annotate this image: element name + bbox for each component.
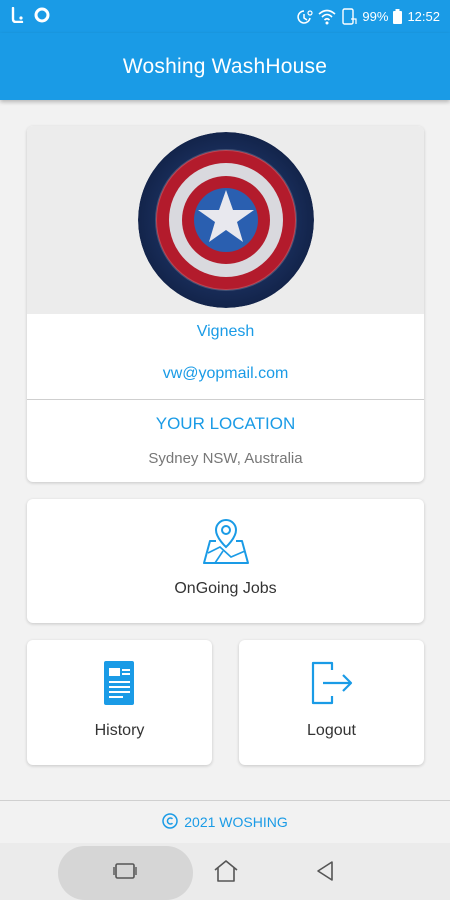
avatar[interactable] — [137, 132, 314, 308]
history-label: History — [94, 722, 145, 739]
battery-text: 99% — [362, 9, 389, 24]
wifi-icon — [318, 9, 336, 25]
profile-name: Vignesh — [196, 323, 255, 340]
ongoing-jobs-button[interactable]: OnGoing Jobs — [27, 499, 424, 623]
battery-icon — [393, 9, 403, 24]
system-nav-bar — [0, 843, 450, 900]
map-location-icon — [203, 517, 249, 572]
recents-button[interactable] — [108, 861, 142, 885]
footer: 2021 WOSHING — [0, 801, 450, 843]
back-button[interactable] — [310, 859, 340, 887]
ongoing-jobs-label: OnGoing Jobs — [174, 580, 277, 597]
history-button[interactable]: History — [27, 640, 212, 765]
status-bar: 99% 12:52 — [0, 0, 450, 33]
captain-america-shield-icon — [137, 132, 314, 308]
logout-label: Logout — [307, 722, 356, 739]
location-heading: YOUR LOCATION — [155, 414, 296, 433]
avatar-area — [27, 126, 424, 314]
footer-text: 2021 WOSHING — [184, 814, 288, 830]
profile-email: vw@yopmail.com — [162, 365, 289, 382]
app-title: Woshing WashHouse — [122, 54, 328, 78]
location-value: Sydney NSW, Australia — [148, 450, 303, 467]
app-bar: Woshing WashHouse — [0, 33, 450, 100]
recents-icon — [113, 862, 137, 885]
profile-card: Vignesh vw@yopmail.com YOUR LOCATION Syd… — [27, 126, 424, 482]
home-button[interactable] — [210, 859, 242, 887]
divider — [27, 399, 424, 400]
circle-notification-icon — [34, 7, 50, 26]
clean-master-icon — [10, 6, 24, 26]
home-icon — [213, 859, 239, 888]
document-icon — [102, 660, 136, 711]
copyright-icon — [162, 812, 178, 832]
logout-icon — [310, 660, 354, 711]
alarm-icon — [295, 9, 314, 25]
back-icon — [315, 860, 335, 887]
logout-button[interactable]: Logout — [239, 640, 424, 765]
phone-icon — [341, 8, 358, 25]
status-time: 12:52 — [407, 9, 440, 24]
